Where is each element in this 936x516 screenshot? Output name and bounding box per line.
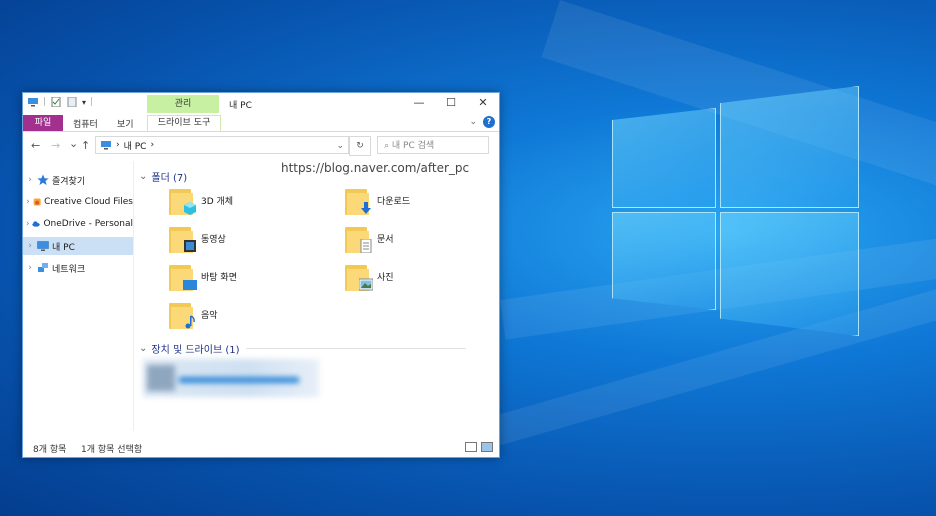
ribbon-controls: ⌄ ? xyxy=(469,116,495,128)
pc-icon xyxy=(37,241,49,251)
tab-file[interactable]: 파일 xyxy=(23,115,63,131)
quick-access-toolbar: | ▾ | xyxy=(27,97,93,107)
drive-icon xyxy=(147,365,175,391)
videos-icon xyxy=(169,223,196,253)
close-button[interactable]: ✕ xyxy=(467,93,499,113)
title-bar: | ▾ | 관리 내 PC — ☐ ✕ xyxy=(23,93,499,113)
folder-label: 동영상 xyxy=(201,234,226,245)
sidebar-item-network[interactable]: › 네트워크 xyxy=(23,259,133,277)
chevron-right-icon[interactable]: › xyxy=(23,175,37,185)
folder-pictures[interactable]: 사진 xyxy=(345,261,394,291)
maximize-button[interactable]: ☐ xyxy=(435,93,467,113)
search-input[interactable]: ⌕ 내 PC 검색 xyxy=(377,136,489,154)
watermark: https://blog.naver.com/after_pc xyxy=(281,161,470,175)
chevron-down-icon[interactable]: ⌄ xyxy=(139,171,147,182)
folder-label: 음악 xyxy=(201,310,218,321)
sidebar-item-onedrive[interactable]: › OneDrive - Personal xyxy=(23,215,133,233)
sidebar-item-favorites[interactable]: › 즐겨찾기 xyxy=(23,171,133,189)
window-controls: — ☐ ✕ xyxy=(403,93,499,113)
sidebar-item-label: OneDrive - Personal xyxy=(43,219,133,229)
chevron-right-icon[interactable]: › xyxy=(23,263,37,273)
folder-documents[interactable]: 문서 xyxy=(345,223,394,253)
status-bar: 8개 항목 1개 항목 선택함 xyxy=(23,437,499,457)
tab-view[interactable]: 보기 xyxy=(117,117,134,130)
folder-label: 바탕 화면 xyxy=(201,272,237,283)
folder-label: 사진 xyxy=(377,272,394,283)
chevron-right-icon[interactable]: › xyxy=(23,219,32,229)
desktop-icon xyxy=(169,261,197,291)
file-explorer-window: | ▾ | 관리 내 PC — ☐ ✕ 파일 컴퓨터 보기 드라이브 도구 ⌄ … xyxy=(22,92,500,458)
sidebar-item-my-pc[interactable]: › 내 PC xyxy=(23,237,133,255)
properties-icon[interactable] xyxy=(50,97,62,107)
folder-downloads[interactable]: 다운로드 xyxy=(345,185,410,215)
folder-videos[interactable]: 동영상 xyxy=(169,223,226,253)
item-count: 8개 항목 xyxy=(33,445,67,455)
folders-group-header[interactable]: ⌄ 폴더 (7) xyxy=(139,169,187,184)
details-view-icon[interactable] xyxy=(465,442,477,452)
expand-ribbon-icon[interactable]: ⌄ xyxy=(469,117,477,127)
creative-cloud-icon xyxy=(33,198,41,206)
address-bar[interactable]: › 내 PC › ⌄ xyxy=(95,136,349,154)
view-toggle xyxy=(465,442,493,452)
drive-usage-bar xyxy=(179,377,299,383)
chevron-down-icon[interactable]: ⌄ xyxy=(139,343,147,354)
downloads-icon xyxy=(345,185,371,215)
folder-label: 문서 xyxy=(377,234,394,245)
separator: | xyxy=(90,97,94,107)
minimize-button[interactable]: — xyxy=(403,93,435,113)
forward-button[interactable]: → xyxy=(51,139,60,152)
3d-objects-icon xyxy=(169,185,196,215)
chevron-right-icon[interactable]: › xyxy=(23,241,37,251)
refresh-button[interactable]: ↻ xyxy=(349,136,371,156)
help-icon[interactable]: ? xyxy=(483,116,495,128)
documents-icon xyxy=(345,223,372,253)
recent-locations-button[interactable]: ⌄ xyxy=(69,137,78,150)
drive-item-blurred[interactable] xyxy=(143,359,319,397)
navigation-pane: › 즐겨찾기 › Creative Cloud Files › OneDrive… xyxy=(23,161,134,431)
path-separator[interactable]: › xyxy=(116,140,120,150)
onedrive-icon xyxy=(32,221,41,227)
pc-icon[interactable] xyxy=(27,97,39,107)
new-folder-icon[interactable] xyxy=(66,97,78,107)
folder-3d-objects[interactable]: 3D 개체 xyxy=(169,185,233,215)
windows-logo xyxy=(612,86,859,336)
folder-desktop[interactable]: 바탕 화면 xyxy=(169,261,237,291)
chevron-right-icon[interactable]: › xyxy=(23,197,33,207)
manage-tab[interactable]: 관리 xyxy=(147,95,219,113)
pictures-icon xyxy=(345,261,373,291)
sidebar-item-creative-cloud[interactable]: › Creative Cloud Files xyxy=(23,193,133,211)
ribbon-tabs: 파일 컴퓨터 보기 드라이브 도구 ⌄ ? xyxy=(23,113,499,132)
separator: | xyxy=(43,97,47,107)
large-icons-view-icon[interactable] xyxy=(481,442,493,452)
folder-music[interactable]: 음악 xyxy=(169,299,218,329)
back-button[interactable]: ← xyxy=(31,139,40,152)
folder-label: 다운로드 xyxy=(377,196,411,207)
devices-group-header[interactable]: ⌄ 장치 및 드라이브 (1) xyxy=(139,341,466,356)
network-icon xyxy=(38,263,48,272)
group-title: 장치 및 드라이브 (1) xyxy=(151,345,240,356)
up-button[interactable]: ↑ xyxy=(81,139,90,152)
tab-drive-tools[interactable]: 드라이브 도구 xyxy=(147,115,221,131)
breadcrumb-my-pc[interactable]: 내 PC xyxy=(124,139,147,152)
selection-count: 1개 항목 선택함 xyxy=(81,445,143,455)
path-separator[interactable]: › xyxy=(150,140,154,150)
window-title: 내 PC xyxy=(229,101,252,111)
address-dropdown-icon[interactable]: ⌄ xyxy=(336,137,344,155)
group-title: 폴더 (7) xyxy=(151,173,188,184)
customize-qat-icon[interactable]: ▾ xyxy=(82,98,86,107)
star-icon xyxy=(37,174,49,185)
divider xyxy=(245,348,466,349)
sidebar-item-label: Creative Cloud Files xyxy=(44,197,133,207)
sidebar-item-label: 내 PC xyxy=(52,242,75,253)
sidebar-item-label: 네트워크 xyxy=(52,264,86,275)
music-icon xyxy=(169,299,195,329)
pc-icon xyxy=(101,141,111,150)
tab-computer[interactable]: 컴퓨터 xyxy=(73,117,98,130)
sidebar-item-label: 즐겨찾기 xyxy=(52,176,86,187)
folder-label: 3D 개체 xyxy=(201,196,234,207)
address-row: ← → ⌄ ↑ › 내 PC › ⌄ ↻ ⌕ 내 PC 검색 xyxy=(23,133,499,159)
